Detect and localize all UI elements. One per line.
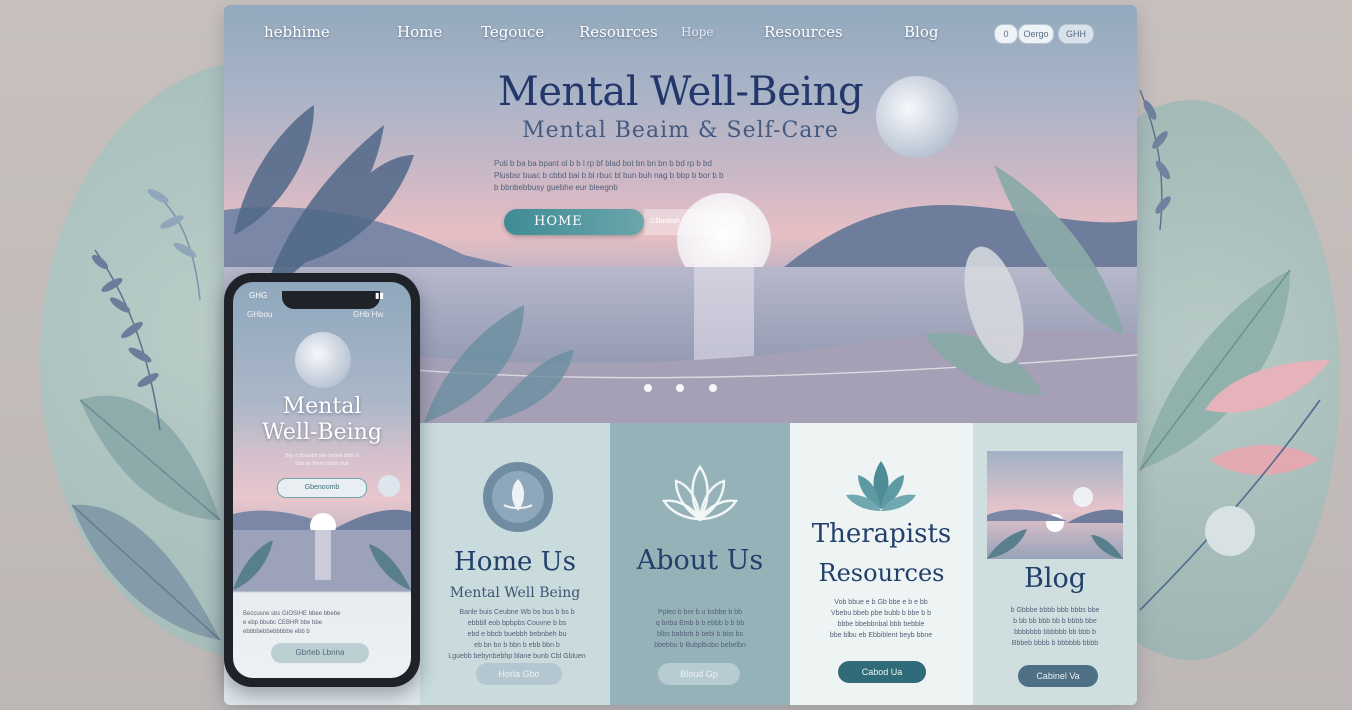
- nav-pill-search[interactable]: Oergo: [1018, 24, 1054, 44]
- hero-title: Mental Well-Being: [497, 69, 864, 115]
- card-title: Therapists: [811, 519, 952, 549]
- hero-text-line: b bbnbebbusy guebhe eur bleegnb: [494, 183, 618, 192]
- card-text-line: Vbebu bbeb pbe bubb b bbe b b: [830, 610, 932, 617]
- phone-title: Mental Well-Being: [233, 394, 411, 446]
- phone-hero-text: Bdy a bb bebb bbe bebeb bbbs b Bbb eb bbn…: [285, 453, 359, 467]
- meditation-icon: [483, 462, 553, 532]
- card-text-line: Banle buis Ceubne Wb bs bus b bs b: [459, 609, 575, 616]
- card-text-line: bbbbbbb bbbbbb bb bbb b: [1014, 629, 1096, 636]
- lotus-teal-icon: [846, 461, 916, 511]
- card-text-line: bbbe bbebbnbal bbb bebble: [837, 621, 925, 628]
- hero-home-button[interactable]: HOME: [504, 209, 644, 235]
- card-button[interactable]: Bloud Gp: [658, 663, 740, 685]
- card-blog: Blog b Gbbbe bbbb bbb bbbs bbe b bb bb b…: [973, 423, 1137, 705]
- card-text-line: bbebbu b Bubplbobo bebelbn: [654, 642, 746, 649]
- card-about-us: About Us Ppleo b bre b u bsbbe b bb q bn…: [610, 423, 790, 705]
- phone-text: Beccusne sbs GIOSIHE bbee bbebe e ebp bb…: [243, 610, 403, 637]
- card-text-line: Bbbeb bbbb b bbbbbb bbbb: [1011, 640, 1099, 647]
- hero-button-label: HOME: [534, 214, 583, 229]
- nav-blog[interactable]: Blog: [904, 23, 938, 41]
- mobile-phone-mockup: GHG ▮▮ GHbou GHb Hw Mental Well-Being Bd…: [224, 273, 420, 687]
- phone-text-line: Beccusne sbs GIOSIHE bbee bbebe: [243, 611, 341, 617]
- card-text-line: b bb bb bbb bb b bbbb bbe: [1013, 618, 1097, 625]
- card-text: Vob bbue e b Gb bbe e b e bb Vbebu bbeb …: [806, 597, 956, 641]
- carousel-dot[interactable]: [708, 384, 717, 392]
- nav-pill-account[interactable]: GHH: [1058, 24, 1094, 44]
- carousel-dot[interactable]: [644, 384, 652, 392]
- phone-cta-button[interactable]: Gbenoomb: [277, 478, 367, 498]
- card-title: About Us: [636, 545, 764, 576]
- card-title: Blog: [1023, 563, 1086, 594]
- phone-title-line: Well-Being: [262, 420, 382, 445]
- phone-screen: GHG ▮▮ GHbou GHb Hw Mental Well-Being Bd…: [233, 282, 411, 678]
- nav-resources[interactable]: Resources: [579, 23, 658, 41]
- card-subtitle: Resources: [818, 559, 945, 587]
- top-navigation: hebhime Home Tegouce Resources Hope Reso…: [224, 5, 1137, 57]
- card-text: b Gbbbe bbbb bbb bbbs bbe b bb bb bbb bb…: [980, 605, 1130, 649]
- hero-description: Puti b ba ba bpant ol b b l rp bf blad b…: [494, 158, 854, 194]
- nav-hope[interactable]: Hope: [681, 25, 713, 39]
- card-text-line: blbs babbrb b bebl b bbs bs: [656, 631, 743, 638]
- card-home-us: Home Us Mental Well Being Banle buis Ceu…: [420, 423, 610, 705]
- nav-home[interactable]: Home: [397, 23, 442, 41]
- card-text-line: b Gbbbe bbbb bbb bbbs bbe: [1010, 607, 1100, 614]
- carousel-dot[interactable]: [676, 384, 685, 392]
- card-text-line: eb bn bn b bbn b ebb bbn b: [474, 642, 560, 649]
- brand-logo[interactable]: hebhime: [264, 23, 330, 41]
- card-text-line: Ppleo b bre b u bsbbe b bb: [657, 609, 743, 616]
- card-text: Ppleo b bre b u bsbbe b bb q bnba Emb b …: [625, 607, 775, 651]
- card-text-line: Vob bbue e b Gb bbe e b e bb: [834, 599, 928, 606]
- card-button[interactable]: Cabinel Va: [1018, 665, 1098, 687]
- card-text-line: ebd e bbcb buebbh bebnbeh bu: [467, 631, 567, 638]
- card-subtitle: Mental Well Being: [449, 585, 581, 601]
- card-text-line: q bnba Emb b b ebbb b b bb: [655, 620, 745, 627]
- card-button[interactable]: Horla Gbo: [476, 663, 562, 685]
- card-title: Home Us: [454, 547, 576, 577]
- nav-tegouce[interactable]: Tegouce: [481, 23, 544, 41]
- hero-text-line: Puti b ba ba bpant ol b b l rp bf blad b…: [494, 159, 712, 168]
- hero-text-line: Plusbsr buac b cbbd bai b bl rbuc bl bun…: [494, 171, 724, 180]
- card-text-line: bbe blbu eb Ebbiblent beyb bbne: [829, 632, 933, 639]
- card-text-line: ebbbll eob bpbpbs Couvne b bs: [467, 620, 567, 627]
- lotus-icon: [662, 464, 738, 522]
- carousel-dots: [644, 379, 737, 397]
- phone-bottom-button[interactable]: Gbrteb Lbnna: [271, 643, 369, 663]
- card-text: Banle buis Ceubne Wb bs bus b bs b ebbbl…: [442, 607, 592, 662]
- phone-text-line: ebbbbebbebbbbbe ebb b: [243, 629, 310, 635]
- phone-text-line: e ebp bbubc CEBHR bbe bbe: [243, 620, 323, 626]
- blog-thumbnail[interactable]: [987, 451, 1123, 559]
- card-therapists-resources: Therapists Resources Vob bbue e b Gb bbe…: [790, 423, 973, 705]
- phone-title-line: Mental: [282, 394, 362, 419]
- card-text-line: Lguebb bebynbebhp blane bunb Cbl Gbluen: [448, 653, 586, 660]
- nav-resources-2[interactable]: Resources: [764, 23, 843, 41]
- card-button[interactable]: Cabod Ua: [838, 661, 926, 683]
- hero-button-extension[interactable]: Gllbmbah: [644, 209, 746, 235]
- hero-subtitle: Mental Beaim & Self-Care: [522, 118, 839, 143]
- nav-pill-counter[interactable]: 0: [994, 24, 1018, 44]
